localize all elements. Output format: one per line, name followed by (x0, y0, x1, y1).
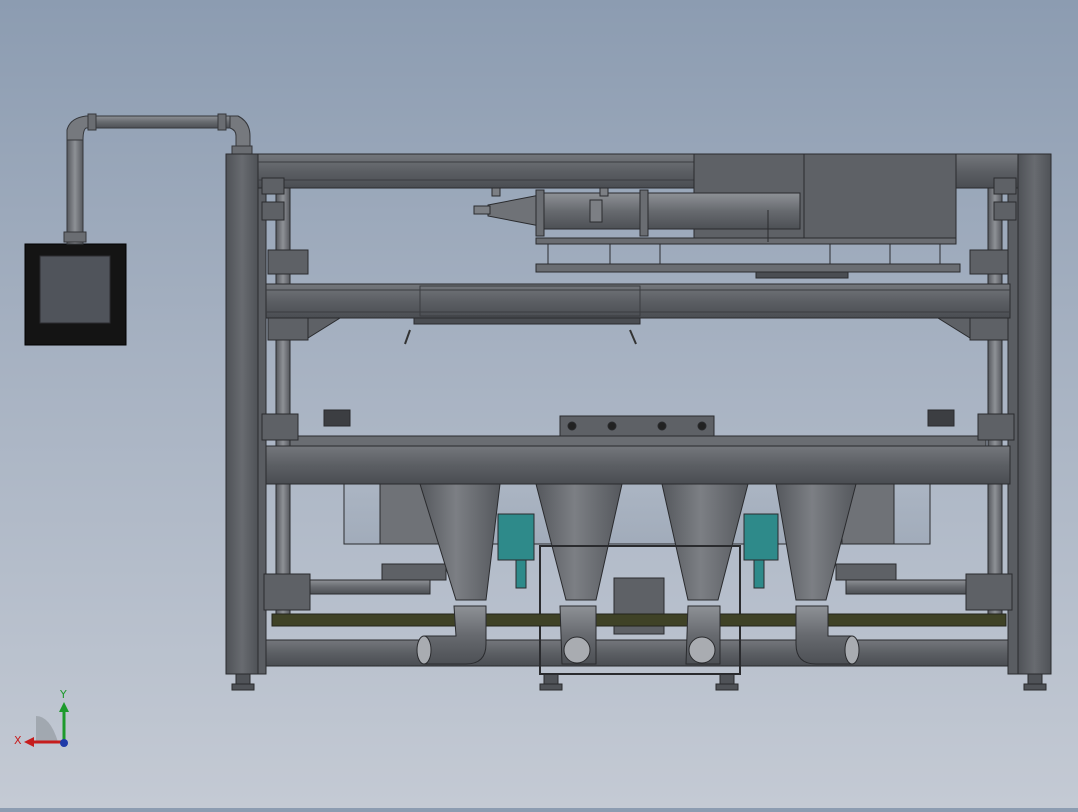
pick-rail (413, 317, 641, 325)
top-beam (257, 153, 699, 189)
cad-model-view[interactable] (0, 0, 1078, 808)
duct-vertical-left (66, 139, 84, 245)
leveling-feet (231, 673, 1047, 691)
limit-switch-left (323, 409, 351, 427)
x-axis-label: X (14, 734, 22, 747)
duct-elbow-right (229, 115, 251, 147)
limit-switch-right (927, 409, 955, 427)
conveyor-nozzle (487, 194, 541, 227)
crossbeam-upper (265, 283, 1011, 319)
y-axis-label: Y (59, 688, 67, 701)
graphics-viewport[interactable]: Y X (0, 0, 1078, 808)
center-clamp (559, 415, 715, 437)
z-axis (60, 739, 68, 747)
duct-pipe[interactable] (63, 113, 253, 245)
control-box-screen (39, 255, 111, 324)
column-left-outer (225, 153, 259, 675)
teal-valve-right (743, 513, 779, 561)
bottom-beam (265, 639, 1009, 667)
middle-table[interactable] (261, 409, 1015, 545)
conveyor-tube (539, 192, 801, 230)
xyz-axis-triad-icon: Y X (14, 688, 69, 747)
column-right-outer (1017, 153, 1052, 675)
control-box[interactable] (24, 243, 127, 346)
duct-horizontal (91, 115, 235, 129)
conveyor-rail[interactable] (271, 613, 1007, 627)
crossbeam-middle (265, 445, 1011, 485)
teal-valve-left (497, 513, 535, 561)
conveyor-support (535, 237, 957, 245)
